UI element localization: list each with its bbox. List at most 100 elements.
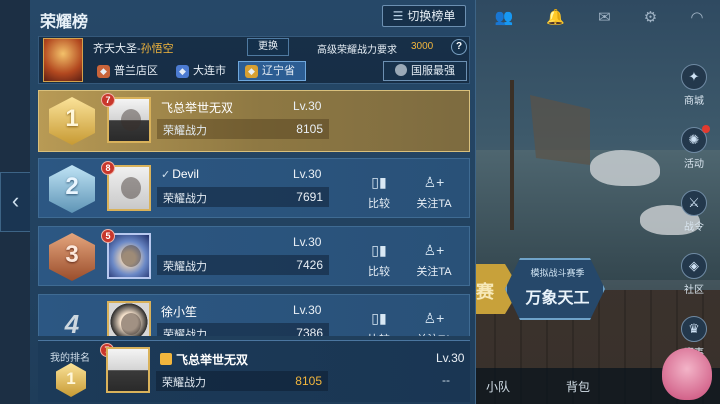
compare-button[interactable]: ▯▮ 比较: [359, 307, 399, 336]
player-name: 徐小笙: [161, 305, 198, 319]
power-value: 8105: [295, 374, 322, 388]
compare-label: 比较: [368, 198, 390, 210]
my-name: 飞总举世无双: [160, 351, 248, 368]
side-item-battlepass[interactable]: ⚔ 战令: [674, 190, 714, 233]
server-best-label: 国服最强: [411, 65, 455, 77]
rank-number: 4: [64, 309, 80, 336]
side-item-label: 商城: [684, 96, 704, 107]
my-rank-bar: 我的排名 1 7 飞总举世无双 Lv.30 荣耀战力 8105 --: [38, 340, 470, 402]
follow-button[interactable]: ♙+ 关注TA: [409, 307, 459, 336]
list-item[interactable]: 1 7 飞总举世无双 Lv.30 荣耀战力 8105: [38, 90, 470, 152]
game-mode-card[interactable]: 赛 模拟战斗赛季 万象天工: [470, 258, 640, 320]
team-button[interactable]: 小队: [486, 378, 510, 395]
crown-icon: [160, 353, 172, 365]
my-extra-value: --: [442, 373, 450, 387]
mode-title: 万象天工: [525, 290, 590, 307]
district-icon: ◆: [97, 64, 110, 78]
back-arrow-icon[interactable]: ‹: [0, 172, 30, 232]
community-icon: ◈: [681, 253, 707, 279]
server-best-button[interactable]: 国服最强: [383, 61, 467, 81]
hero-name-highlight: 孙悟空: [140, 43, 174, 55]
pet-mascot[interactable]: [662, 348, 712, 400]
bell-icon[interactable]: 🔔: [546, 8, 565, 26]
side-item-label: 社区: [684, 285, 704, 296]
side-item-shop[interactable]: ✦ 商城: [674, 64, 714, 107]
add-user-icon: ♙+: [423, 310, 445, 326]
gear-icon[interactable]: ⚙: [644, 8, 657, 26]
hero-selector: 齐天大圣-孙悟空 更换 高级荣耀战力要求 3000 ? ◆ 普兰店区 ◆ 大连市…: [38, 36, 470, 84]
avatar[interactable]: [106, 347, 150, 393]
avatar[interactable]: [107, 301, 151, 336]
mail-icon[interactable]: ✉: [598, 8, 611, 26]
mode-subtitle: 模拟战斗赛季: [530, 268, 585, 278]
follow-button[interactable]: ♙+ 关注TA: [409, 239, 459, 279]
player-level: Lv.30: [293, 235, 322, 249]
power-box: 荣耀战力 7691: [157, 187, 329, 207]
power-value: 7691: [296, 190, 323, 204]
my-rank-label: 我的排名: [50, 353, 90, 364]
change-hero-button[interactable]: 更换: [247, 38, 289, 56]
compare-button[interactable]: ▯▮ 比较: [359, 171, 399, 211]
power-label: 荣耀战力: [163, 329, 207, 336]
player-tag: ✓: [161, 169, 171, 181]
follow-label: 关注TA: [416, 266, 452, 278]
trophy-icon: ♛: [681, 316, 707, 342]
friends-icon[interactable]: 👥: [495, 8, 514, 26]
hero-title: 齐天大圣-: [93, 43, 141, 55]
side-item-label: 战令: [684, 222, 704, 233]
switch-board-button[interactable]: ☰ 切换榜单: [382, 5, 466, 27]
shop-icon: ✦: [681, 64, 707, 90]
tab-label: 普兰店区: [114, 65, 158, 77]
follow-button[interactable]: ♙+ 关注TA: [409, 171, 459, 211]
list-item[interactable]: 3 5 Lv.30 荣耀战力 7426 ▯▮ 比较 ♙+ 关注TA: [38, 226, 470, 286]
switch-board-label: 切换榜单: [407, 9, 456, 23]
avatar-face: [121, 177, 141, 199]
follow-label: 关注TA: [416, 198, 452, 210]
page-title: 荣耀榜: [40, 14, 89, 31]
add-user-icon: ♙+: [423, 174, 445, 190]
tab-label: 大连市: [193, 65, 226, 77]
rank-badge: 2: [49, 165, 95, 213]
wifi-icon: ◠: [690, 9, 704, 26]
avatar-face: [121, 109, 141, 131]
compare-button[interactable]: ▯▮ 比较: [359, 239, 399, 279]
rank-badge: 3: [49, 233, 95, 281]
power-box: 荣耀战力 7426: [157, 255, 329, 275]
player-level: Lv.30: [293, 167, 322, 181]
level-badge: 5: [101, 229, 115, 243]
avatar-face: [121, 313, 141, 335]
rank-number: 2: [65, 173, 79, 200]
help-icon[interactable]: ?: [451, 39, 467, 55]
power-label: 荣耀战力: [162, 377, 206, 389]
compare-label: 比较: [368, 266, 390, 278]
rank-number: 3: [65, 241, 79, 268]
rank-list[interactable]: 1 7 飞总举世无双 Lv.30 荣耀战力 8105 2 8 ✓ Devil Lv…: [38, 88, 470, 336]
list-item[interactable]: 4 徐小笙 Lv.30 荣耀战力 7386 ▯▮ 比较 ♙+ 关注TA: [38, 294, 470, 336]
player-level: Lv.30: [293, 99, 322, 113]
requirement-value: 3000: [411, 41, 434, 52]
power-label: 荣耀战力: [163, 193, 207, 205]
my-rank-number: 1: [66, 369, 76, 388]
tab-city[interactable]: ◆ 大连市: [170, 61, 236, 81]
province-icon: ◆: [245, 64, 258, 78]
power-label: 荣耀战力: [163, 261, 207, 273]
side-item-activity[interactable]: ✺ 活动: [674, 125, 714, 170]
level-badge: 8: [101, 161, 115, 175]
power-box: 荣耀战力 8105: [157, 119, 329, 139]
my-name-text: 飞总举世无双: [176, 353, 249, 367]
list-item[interactable]: 2 8 ✓ Devil Lv.30 荣耀战力 7691 ▯▮ 比较 ♙+ 关注TA: [38, 158, 470, 218]
player-name-text: Devil: [172, 167, 199, 181]
top-status-icons: 👥 🔔 ✉ ⚙ ◠: [478, 4, 720, 30]
follow-label: 关注TA: [409, 331, 459, 336]
list-icon: ☰: [392, 9, 404, 23]
player-name: ✓ Devil: [161, 167, 199, 181]
hero-name: 齐天大圣-孙悟空: [93, 40, 174, 56]
tab-district[interactable]: ◆ 普兰店区: [91, 61, 168, 81]
bag-button[interactable]: 背包: [566, 378, 590, 395]
power-box: 荣耀战力 8105: [156, 371, 328, 391]
hero-portrait[interactable]: [43, 38, 83, 82]
shield-icon: [395, 64, 407, 76]
tab-province[interactable]: ◆ 辽宁省: [238, 61, 306, 81]
my-level: Lv.30: [436, 351, 465, 365]
side-item-community[interactable]: ◈ 社区: [674, 253, 714, 296]
